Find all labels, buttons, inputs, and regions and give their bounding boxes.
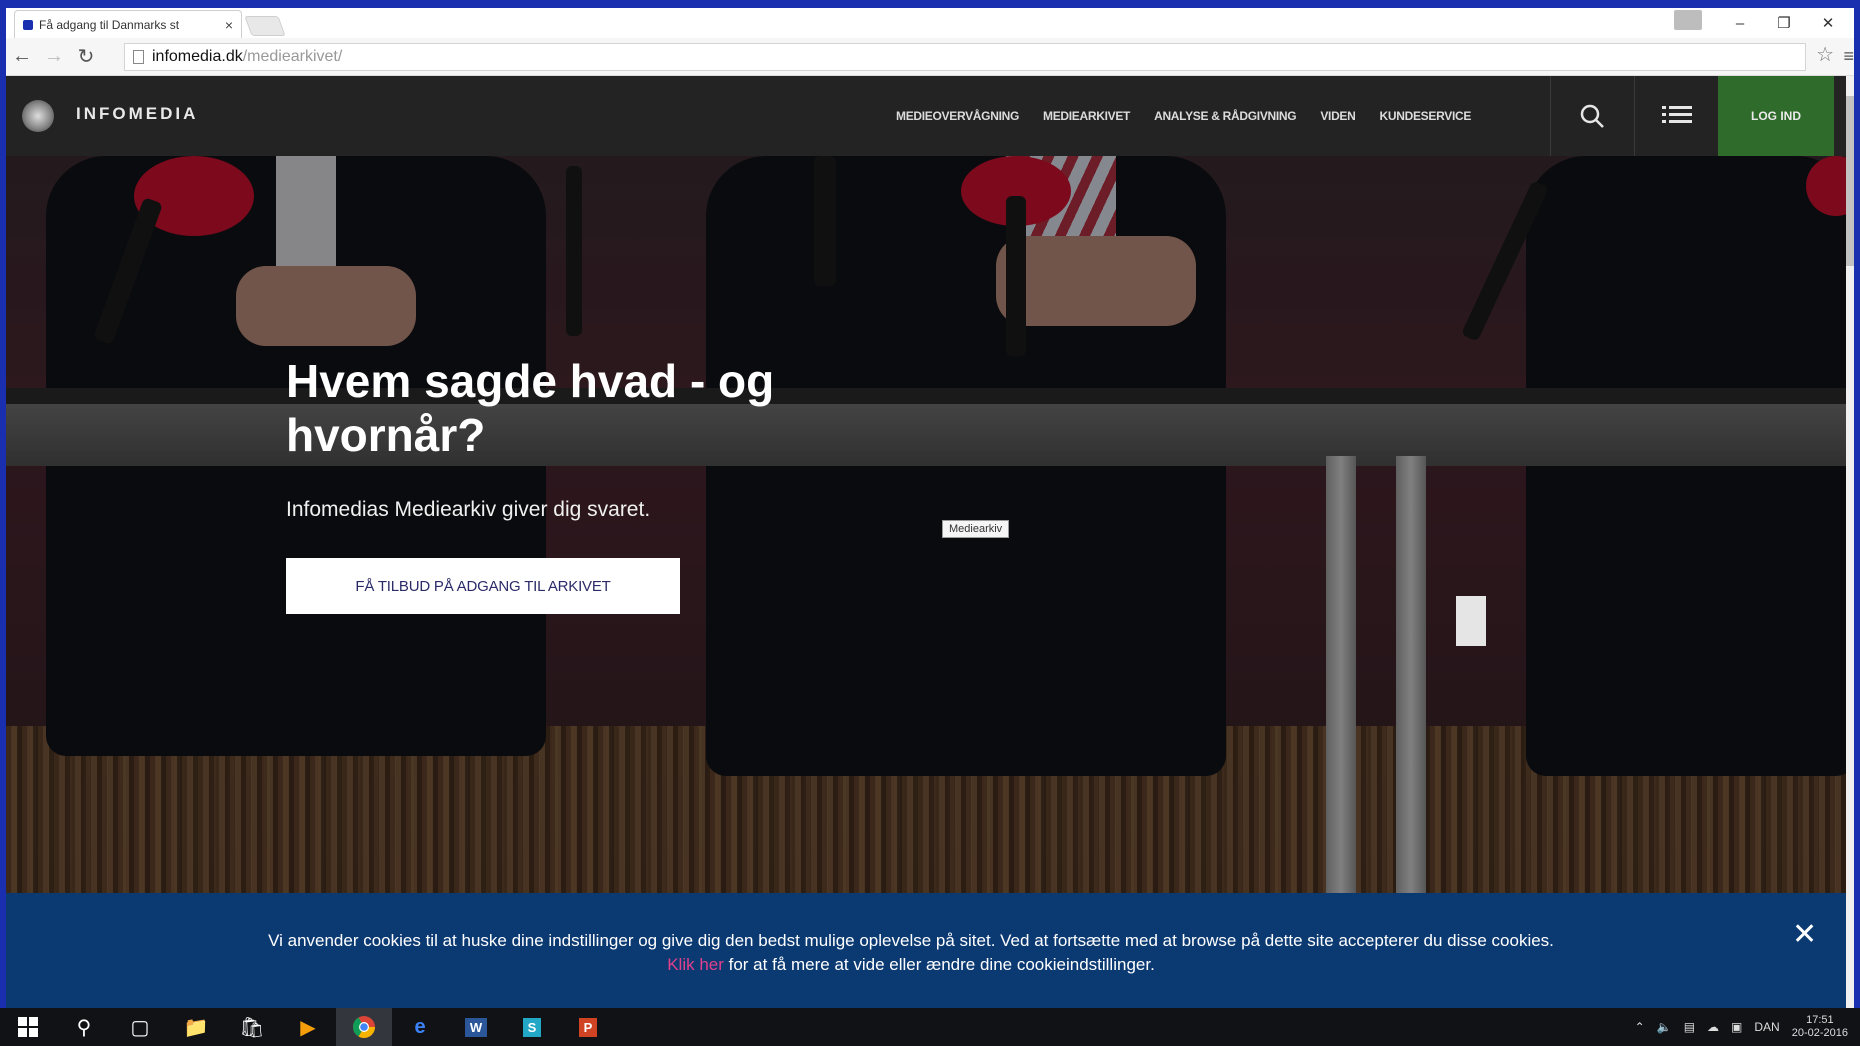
cookie-banner: Vi anvender cookies til at huske dine in… xyxy=(6,893,1846,1008)
new-tab-button[interactable] xyxy=(244,16,286,36)
store-icon[interactable]: 🛍 xyxy=(224,1008,280,1046)
clock[interactable]: 17:51 20-02-2016 xyxy=(1792,1014,1848,1040)
search-icon[interactable] xyxy=(1578,102,1606,130)
favicon-icon xyxy=(23,19,33,30)
page-info-icon[interactable] xyxy=(133,50,144,64)
hero-subline: Infomedias Mediearkiv giver dig svaret. xyxy=(286,498,651,521)
tab-close-icon[interactable]: × xyxy=(225,17,233,33)
chrome-icon[interactable] xyxy=(336,1008,392,1046)
powerpoint-icon[interactable]: P xyxy=(560,1008,616,1046)
browser-toolbar: ← → ↻ infomedia.dk/mediearkivet/ ☆ ≡ xyxy=(6,38,1854,76)
desktop: Få adgang til Danmarks st × – ❐ ✕ ← → ↻ … xyxy=(0,0,1860,1046)
app-icon[interactable]: S xyxy=(504,1008,560,1046)
language-indicator[interactable]: DAN xyxy=(1754,1020,1779,1034)
restore-button[interactable]: ❐ xyxy=(1762,8,1806,38)
tray-chevron-icon[interactable]: ⌃ xyxy=(1635,1020,1645,1034)
browser-window: Få adgang til Danmarks st × – ❐ ✕ ← → ↻ … xyxy=(6,8,1854,1008)
browser-tab[interactable]: Få adgang til Danmarks st × xyxy=(14,10,242,38)
tab-strip: Få adgang til Danmarks st × – ❐ ✕ xyxy=(6,8,1854,38)
address-bar[interactable]: infomedia.dk/mediearkivet/ xyxy=(124,43,1806,71)
nav-item-viden[interactable]: VIDEN xyxy=(1320,109,1355,123)
logo-text[interactable]: INFOMEDIA xyxy=(76,104,198,124)
cookie-close-icon[interactable]: ✕ xyxy=(1792,917,1817,952)
hero-headline: Hvem sagde hvad - og hvornår? xyxy=(286,355,775,461)
network-icon[interactable]: ▤ xyxy=(1684,1020,1695,1034)
menu-list-icon[interactable] xyxy=(1662,102,1692,128)
header-divider xyxy=(1634,76,1635,156)
edge-icon[interactable]: e xyxy=(392,1008,448,1046)
site-header: INFOMEDIA MEDIEOVERVÅGNING MEDIEARKIVET … xyxy=(6,76,1846,156)
nav-item-kundeservice[interactable]: KUNDESERVICE xyxy=(1380,109,1472,123)
minimize-button[interactable]: – xyxy=(1718,8,1762,38)
header-divider xyxy=(1550,76,1551,156)
vertical-scrollbar[interactable] xyxy=(1846,76,1854,1008)
reload-icon[interactable]: ↻ xyxy=(70,44,102,69)
nav-item-medieovervagning[interactable]: MEDIEOVERVÅGNING xyxy=(896,109,1019,123)
volume-icon[interactable]: 🔈 xyxy=(1657,1020,1672,1034)
hero-section: Hvem sagde hvad - og hvornår? Infomedias… xyxy=(6,156,1846,893)
cookie-link[interactable]: Klik her xyxy=(667,955,724,974)
extension-icon[interactable] xyxy=(1674,10,1702,30)
nav-item-analyse[interactable]: ANALYSE & RÅDGIVNING xyxy=(1154,109,1297,123)
main-nav: MEDIEOVERVÅGNING MEDIEARKIVET ANALYSE & … xyxy=(896,76,1471,156)
window-close-button[interactable]: ✕ xyxy=(1806,8,1850,38)
clock-date: 20-02-2016 xyxy=(1791,1027,1848,1039)
offer-cta-button[interactable]: FÅ TILBUD PÅ ADGANG TIL ARKIVET xyxy=(286,558,680,614)
browser-menu-icon[interactable]: ≡ xyxy=(1843,46,1854,67)
clock-time: 17:51 xyxy=(1806,1014,1834,1026)
login-button[interactable]: LOG IND xyxy=(1718,76,1834,156)
bookmark-star-icon[interactable]: ☆ xyxy=(1816,42,1834,67)
tab-title: Få adgang til Danmarks st xyxy=(39,17,180,32)
file-explorer-icon[interactable]: 📁 xyxy=(168,1008,224,1046)
onedrive-icon[interactable]: ☁ xyxy=(1707,1020,1719,1034)
word-icon[interactable]: W xyxy=(448,1008,504,1046)
back-arrow-icon[interactable]: ← xyxy=(6,45,38,68)
notification-icon[interactable]: ▣ xyxy=(1731,1020,1742,1034)
system-tray: ⌃ 🔈 ▤ ☁ ▣ DAN 17:51 20-02-2016 xyxy=(1635,1008,1848,1046)
tooltip: Mediearkiv xyxy=(942,520,1010,538)
logo-icon[interactable] xyxy=(22,100,54,132)
start-windows-icon[interactable] xyxy=(0,1008,56,1046)
forward-arrow-icon[interactable]: → xyxy=(38,45,70,68)
taskbar: ⚲ ▢ 📁 🛍 ▶ e W S P ⌃ 🔈 ▤ ☁ ▣ DAN 17:51 20… xyxy=(0,1008,1860,1046)
hero-overlay xyxy=(6,156,1846,893)
task-view-icon[interactable]: ▢ xyxy=(112,1008,168,1046)
scrollbar-thumb[interactable] xyxy=(1846,96,1854,266)
media-player-icon[interactable]: ▶ xyxy=(280,1008,336,1046)
search-icon[interactable]: ⚲ xyxy=(56,1008,112,1046)
url-path: /mediearkivet/ xyxy=(242,48,343,65)
nav-item-mediearkivet[interactable]: MEDIEARKIVET xyxy=(1043,109,1130,123)
cookie-text-main: Vi anvender cookies til at huske dine in… xyxy=(268,931,1554,950)
cookie-text-end: for at få mere at vide eller ændre dine … xyxy=(728,955,1155,974)
cookie-text: Vi anvender cookies til at huske dine in… xyxy=(256,929,1566,977)
hero-side-element xyxy=(1456,596,1486,646)
url-domain: infomedia.dk xyxy=(152,48,243,65)
